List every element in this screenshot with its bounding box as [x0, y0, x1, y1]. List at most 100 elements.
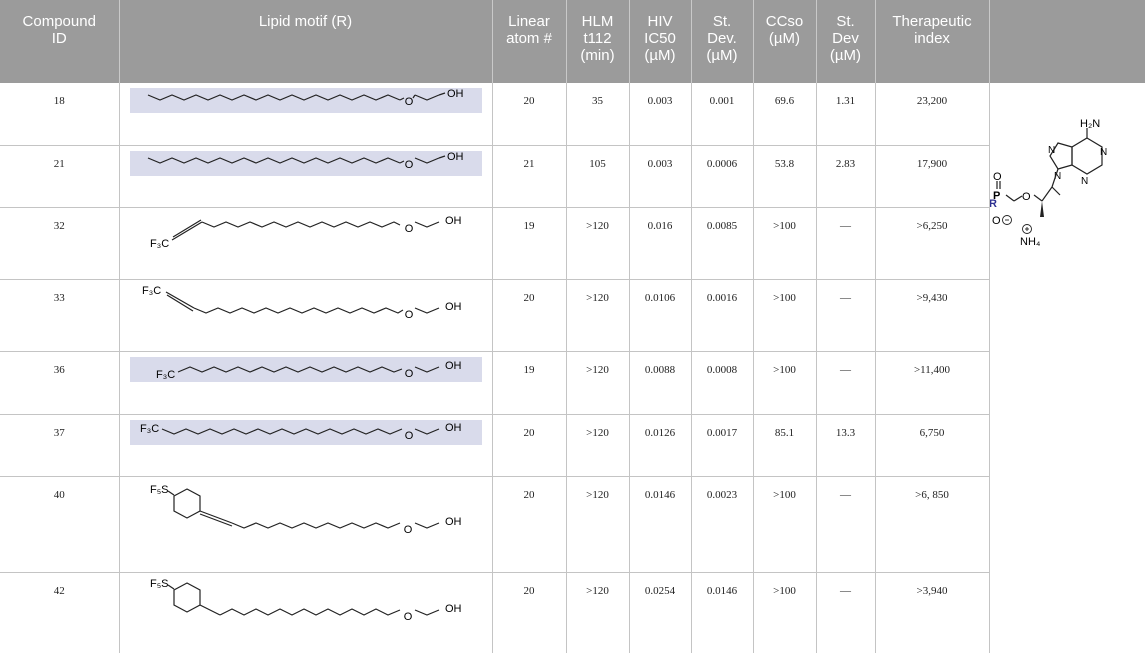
compound-id: 33 — [0, 279, 120, 352]
therapeutic-index-value: >6, 850 — [875, 476, 990, 574]
hiv-ic50-value: 0.0126 — [629, 414, 692, 478]
header-row: Compound ID Lipid motif (R) Linear atom # … — [0, 0, 1145, 83]
lipid-structure: F₃C O OH — [140, 422, 462, 442]
hydroxyl-label: OH — [445, 301, 462, 313]
compound-id: 42 — [0, 572, 120, 653]
lipid-structure: F₃C O OH — [156, 360, 462, 381]
std-dev-1-value: 0.001 — [691, 83, 754, 146]
lipid-motif-cell: O OH — [119, 145, 493, 208]
compound-id: 21 — [0, 145, 120, 208]
cc50-value: 69.6 — [753, 83, 817, 146]
lipid-structure: O OH — [147, 88, 463, 108]
hydroxyl-label: OH — [445, 603, 462, 615]
lipid-structure: F₅S O OH — [150, 484, 462, 536]
cc50-value: 85.1 — [753, 414, 817, 478]
hlm-value: 105 — [566, 145, 630, 208]
hlm-value: >120 — [566, 351, 630, 416]
header-hiv-ic50: HIV IC50 (µM) — [629, 0, 692, 83]
std-dev-1-value: 0.0006 — [691, 145, 754, 208]
hlm-value: >120 — [566, 207, 630, 280]
hiv-ic50-value: 0.016 — [629, 207, 692, 280]
hiv-ic50-value: 0.003 — [629, 145, 692, 208]
lipid-structure: F₃C O OH — [142, 285, 462, 321]
linear-atom: 20 — [492, 572, 567, 653]
hlm-value: 35 — [566, 83, 630, 146]
r-group-label: R — [990, 198, 997, 210]
table-row: 37 F₃C O OH 20 >120 0.0126 0.0017 85.1 1… — [0, 414, 1145, 478]
cc50-value: 53.8 — [753, 145, 817, 208]
table-row: 36 F₃C O OH 19 >120 0.0088 0.0008 >100 —… — [0, 351, 1145, 416]
hiv-ic50-value: 0.0146 — [629, 476, 692, 574]
std-dev-2-value: — — [816, 572, 876, 653]
linear-atom: 19 — [492, 351, 567, 416]
linear-atom: 20 — [492, 414, 567, 478]
therapeutic-index-value: 17,900 — [875, 145, 990, 208]
compound-id: 18 — [0, 83, 120, 146]
linear-atom: 20 — [492, 476, 567, 574]
compound-id: 37 — [0, 414, 120, 478]
hydroxyl-label: OH — [445, 215, 462, 227]
cf3-label: F₃C — [156, 369, 175, 381]
lipid-motif-cell: F₃C O OH — [119, 279, 493, 352]
header-cc50: CCso (µM) — [753, 0, 817, 83]
hydroxyl-label: OH — [447, 151, 464, 163]
std-dev-2-value: 2.83 — [816, 145, 876, 208]
linear-atom: 21 — [492, 145, 567, 208]
data-table: Compound ID Lipid motif (R) Linear atom # … — [0, 0, 1145, 653]
std-dev-1-value: 0.0016 — [691, 279, 754, 352]
ether-oxygen: O — [404, 223, 413, 235]
anionic-oxygen: O — [992, 215, 1001, 227]
compound-id: 40 — [0, 476, 120, 574]
lipid-motif-cell: O OH — [119, 83, 493, 146]
hiv-ic50-value: 0.0254 — [629, 572, 692, 653]
header-lipid-motif: Lipid motif (R) — [119, 0, 493, 83]
hlm-value: >120 — [566, 476, 630, 574]
hiv-ic50-value: 0.0088 — [629, 351, 692, 416]
amine-label: H₂N — [1080, 118, 1100, 130]
ring-nitrogen: N — [1100, 147, 1107, 158]
ether-oxygen: O — [404, 96, 413, 108]
header-std-dev-2: St. Dev (µM) — [816, 0, 876, 83]
tenofovir-structure: H₂N N N N N O P O R O NH₄ — [990, 118, 1107, 248]
ether-oxygen: O — [404, 159, 413, 171]
lipid-structure: F₅S O OH — [150, 578, 462, 623]
std-dev-1-value: 0.0146 — [691, 572, 754, 653]
table-row: 42 F₅S O OH 20 >120 0.0254 0.0146 >100 — — [0, 572, 1145, 653]
header-therapeutic-index: Therapeutic index — [875, 0, 990, 83]
cf3-label: F₃C — [142, 285, 161, 297]
hiv-ic50-value: 0.0106 — [629, 279, 692, 352]
std-dev-2-value: — — [816, 207, 876, 280]
linear-atom: 20 — [492, 83, 567, 146]
table-row: 18 O OH 20 35 0.003 0.001 69.6 1.31 23,2… — [0, 83, 1145, 248]
lipid-motif-cell: F₅S O OH — [119, 476, 493, 574]
ammonium-label: NH₄ — [1020, 236, 1041, 248]
compound-id: 32 — [0, 207, 120, 280]
cc50-value: >100 — [753, 351, 817, 416]
std-dev-2-value: 13.3 — [816, 414, 876, 478]
therapeutic-index-value: >11,400 — [875, 351, 990, 416]
cc50-value: >100 — [753, 476, 817, 574]
sf5-label: F₅S — [150, 484, 169, 496]
hlm-value: >120 — [566, 279, 630, 352]
std-dev-1-value: 0.0085 — [691, 207, 754, 280]
therapeutic-index-value: >3,940 — [875, 572, 990, 653]
compound-id: 36 — [0, 351, 120, 416]
cc50-value: >100 — [753, 207, 817, 280]
table-row: 33 F₃C O OH 20 >120 0.0106 0.0016 >100 —… — [0, 279, 1145, 352]
lipid-motif-cell: F₃C O OH — [119, 207, 493, 280]
parent-structure-cell: H₂N N N N N O P O R O NH₄ — [989, 83, 1145, 653]
table-row: 21 O OH 21 105 0.003 0.0006 53.8 2.83 17… — [0, 145, 1145, 208]
lipid-structure: O OH — [147, 151, 464, 171]
hlm-value: >120 — [566, 414, 630, 478]
cf3-label: F₃C — [150, 238, 169, 250]
therapeutic-index-value: >6,250 — [875, 207, 990, 280]
std-dev-2-value: — — [816, 279, 876, 352]
std-dev-1-value: 0.0008 — [691, 351, 754, 416]
ring-nitrogen: N — [1048, 145, 1055, 156]
therapeutic-index-value: 6,750 — [875, 414, 990, 478]
lipid-structure: F₃C O OH — [150, 215, 462, 250]
table-row: 40 F₅S O OH 20 >120 0.0146 0.0023 >100 —… — [0, 476, 1145, 574]
sf5-label: F₅S — [150, 578, 169, 590]
linear-atom: 19 — [492, 207, 567, 280]
std-dev-1-value: 0.0017 — [691, 414, 754, 478]
